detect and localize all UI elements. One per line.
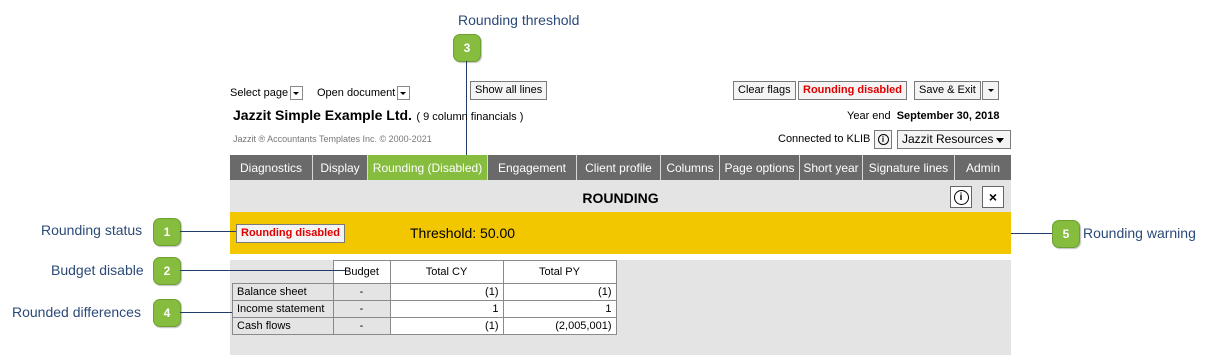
info-icon: i xyxy=(877,133,889,145)
callout-rounded-differences: Rounded differences xyxy=(12,304,141,320)
callout-rounding-threshold: Rounding threshold xyxy=(458,12,580,28)
jazzit-resources-dropdown[interactable]: Jazzit Resources xyxy=(897,130,1011,149)
save-exit-button[interactable]: Save & Exit xyxy=(914,81,981,100)
table-cell: 1 xyxy=(502,300,617,318)
tab-client-profile[interactable]: Client profile xyxy=(577,155,661,180)
year-end-value: September 30, 2018 xyxy=(896,110,1000,122)
rounding-disabled-toolbar-button[interactable]: Rounding disabled xyxy=(798,81,907,100)
close-icon: × xyxy=(988,189,998,205)
panel-title: ROUNDING xyxy=(582,190,659,206)
tab-engagement[interactable]: Engagement xyxy=(488,155,577,180)
callout-rounding-warning: Rounding warning xyxy=(1083,225,1196,241)
tab-short-year[interactable]: Short year xyxy=(800,155,863,180)
save-options-dropdown[interactable] xyxy=(982,81,999,100)
tab-signature-lines[interactable]: Signature lines xyxy=(863,155,955,180)
select-page-dropdown[interactable]: Select page xyxy=(230,86,304,100)
company-heading: Jazzit Simple Example Ltd. ( 9 column fi… xyxy=(233,107,523,125)
table-cell: 1 xyxy=(389,300,504,318)
callout-line-5 xyxy=(1011,233,1053,234)
table-cell: (1) xyxy=(389,283,504,301)
table-cell: - xyxy=(332,283,391,301)
jazzit-resources-label: Jazzit Resources xyxy=(902,132,994,146)
row-label: Cash flows xyxy=(232,317,334,335)
callout-line-1 xyxy=(180,231,236,232)
rounding-warning-band xyxy=(230,212,1011,254)
company-subtitle: ( 9 column financials ) xyxy=(416,111,524,123)
chevron-down-icon xyxy=(290,86,304,100)
threshold-text: Threshold: 50.00 xyxy=(410,225,516,241)
chevron-down-icon xyxy=(397,86,411,100)
tab-admin[interactable]: Admin xyxy=(955,155,1011,180)
open-document-label: Open document xyxy=(317,86,396,99)
table-header-row: Budget Total CY Total PY xyxy=(233,260,617,284)
copyright: Jazzit ® Accountants Templates Inc. © 20… xyxy=(233,134,432,144)
tab-display[interactable]: Display xyxy=(313,155,368,180)
callout-badge-1: 1 xyxy=(153,218,181,246)
tab-columns[interactable]: Columns xyxy=(661,155,720,180)
row-label: Balance sheet xyxy=(232,283,334,301)
info-icon: i xyxy=(953,189,969,205)
callout-badge-3: 3 xyxy=(453,34,481,62)
rounding-status-button[interactable]: Rounding disabled xyxy=(236,224,345,243)
year-end-label: Year end xyxy=(847,110,891,122)
select-page-label: Select page xyxy=(230,86,289,99)
table-row: Balance sheet - (1) (1) xyxy=(232,283,617,301)
chevron-down-icon xyxy=(987,89,994,92)
callout-badge-5: 5 xyxy=(1052,220,1080,248)
info-button[interactable]: i xyxy=(874,130,892,149)
callout-badge-2: 2 xyxy=(153,257,181,285)
table-cell: - xyxy=(332,300,391,318)
tab-diagnostics[interactable]: Diagnostics xyxy=(230,155,313,180)
tab-rounding[interactable]: Rounding (Disabled) xyxy=(368,155,488,180)
close-button[interactable]: × xyxy=(982,186,1004,208)
rounding-differences-table: Budget Total CY Total PY Balance sheet -… xyxy=(232,260,617,335)
connected-status: Connected to KLIB xyxy=(778,133,871,145)
callout-badge-4: 4 xyxy=(153,299,181,327)
year-end: Year end September 30, 2018 xyxy=(847,110,999,122)
clear-flags-button[interactable]: Clear flags xyxy=(733,81,796,100)
table-cell: (1) xyxy=(502,283,617,301)
callout-rounding-status: Rounding status xyxy=(41,222,143,238)
company-name: Jazzit Simple Example Ltd. xyxy=(233,107,412,123)
callout-line-2 xyxy=(180,270,345,271)
table-header-cell: Total PY xyxy=(502,260,617,284)
row-label: Income statement xyxy=(232,300,334,318)
callout-line-4 xyxy=(180,312,232,313)
budget-column-header[interactable]: Budget xyxy=(332,260,391,284)
table-header-cell xyxy=(233,261,334,284)
table-header-cell: Total CY xyxy=(389,260,504,284)
tab-bar: Diagnostics Display Rounding (Disabled) … xyxy=(230,155,1011,180)
chevron-down-icon xyxy=(996,138,1004,143)
table-cell: (2,005,001) xyxy=(502,317,617,335)
table-row: Income statement - 1 1 xyxy=(232,300,617,318)
tab-page-options[interactable]: Page options xyxy=(720,155,800,180)
callout-budget-disable: Budget disable xyxy=(51,262,144,278)
open-document-dropdown[interactable]: Open document xyxy=(317,86,411,100)
info-button[interactable]: i xyxy=(950,186,972,208)
table-row: Cash flows - (1) (2,005,001) xyxy=(232,317,617,335)
show-all-lines-button[interactable]: Show all lines xyxy=(470,81,548,100)
table-cell: - xyxy=(332,317,391,335)
table-cell: (1) xyxy=(389,317,504,335)
